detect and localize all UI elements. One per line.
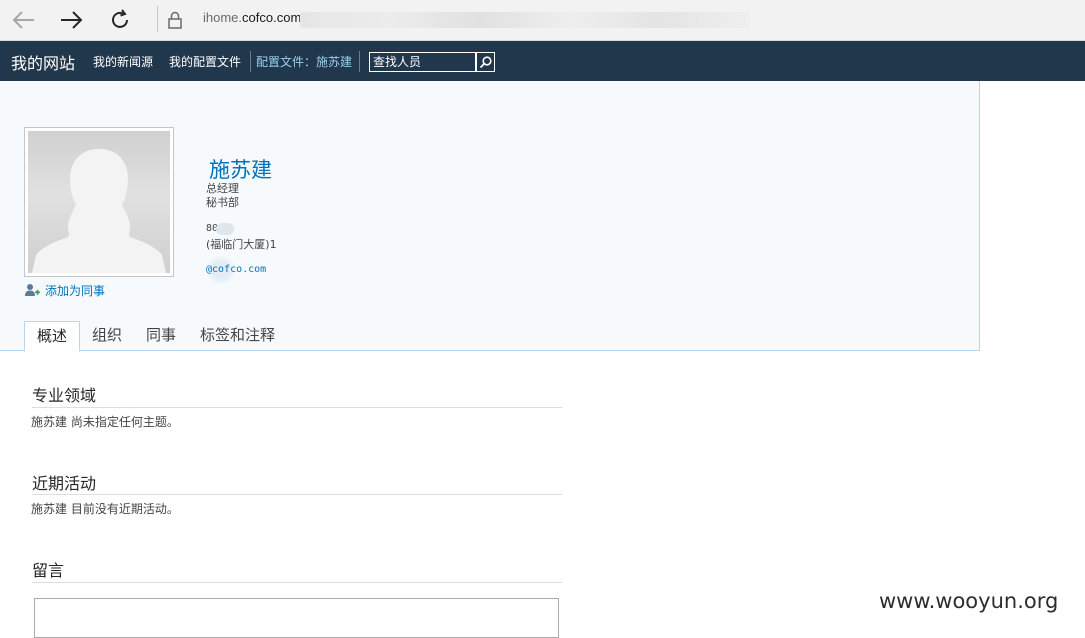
tab-colleagues[interactable]: 同事	[134, 321, 188, 351]
profile-tabs: 概述 组织 同事 标签和注释	[24, 321, 287, 352]
address-redacted	[300, 12, 750, 28]
forward-arrow-icon[interactable]	[56, 6, 86, 34]
profile-photo	[24, 127, 174, 277]
people-search-input[interactable]: 查找人员	[369, 52, 476, 72]
note-board-input[interactable]	[34, 598, 559, 638]
address-bar[interactable]: ihome.cofco.com	[203, 10, 301, 25]
site-topnav: 我的网站 我的新闻源 我的配置文件 配置文件：施苏建 查找人员	[0, 41, 1085, 81]
phone-redacted	[216, 223, 234, 235]
expertise-text: 施苏建 尚未指定任何主题。	[31, 415, 179, 429]
notes-heading: 留言	[32, 561, 65, 580]
tab-overview[interactable]: 概述	[24, 321, 81, 352]
add-colleague-link[interactable]: 添加为同事	[24, 282, 105, 299]
nav-current-profile: 配置文件：施苏建	[256, 55, 353, 69]
nav-my-site[interactable]: 我的网站	[11, 50, 75, 74]
add-person-icon	[25, 284, 40, 296]
activity-text: 施苏建 目前没有近期活动。	[31, 502, 179, 516]
watermark: www.wooyun.org	[879, 589, 1059, 613]
address-prefix: ihome.	[203, 10, 243, 25]
section-divider	[32, 407, 562, 408]
person-silhouette-icon	[32, 149, 166, 273]
address-divider	[157, 6, 158, 32]
search-icon	[479, 55, 492, 68]
section-divider	[32, 494, 562, 495]
add-colleague-label: 添加为同事	[45, 284, 106, 298]
profile-email-link[interactable]: @cofco.com	[206, 264, 266, 275]
back-arrow-icon[interactable]	[9, 6, 39, 34]
tab-tags-and-notes[interactable]: 标签和注释	[188, 321, 287, 351]
refresh-icon[interactable]	[105, 6, 135, 34]
profile-department: 秘书部	[206, 196, 239, 209]
search-button[interactable]	[476, 52, 495, 72]
profile-header: 添加为同事 施苏建 总经理 秘书部 80 (福临门大厦)1 @cofco.com…	[0, 81, 980, 352]
nav-divider	[250, 51, 251, 72]
section-divider	[32, 582, 562, 583]
browser-toolbar: ihome.cofco.com	[0, 0, 1085, 41]
nav-divider	[359, 51, 360, 72]
activity-heading: 近期活动	[32, 474, 97, 493]
profile-office: (福临门大厦)1	[206, 238, 277, 251]
lock-icon	[167, 10, 183, 30]
nav-my-profile[interactable]: 我的配置文件	[169, 53, 241, 70]
nav-my-newsfeed[interactable]: 我的新闻源	[93, 53, 153, 70]
tab-organization[interactable]: 组织	[80, 321, 134, 351]
address-host: cofco.com	[242, 10, 302, 25]
expertise-heading: 专业领域	[32, 386, 97, 405]
